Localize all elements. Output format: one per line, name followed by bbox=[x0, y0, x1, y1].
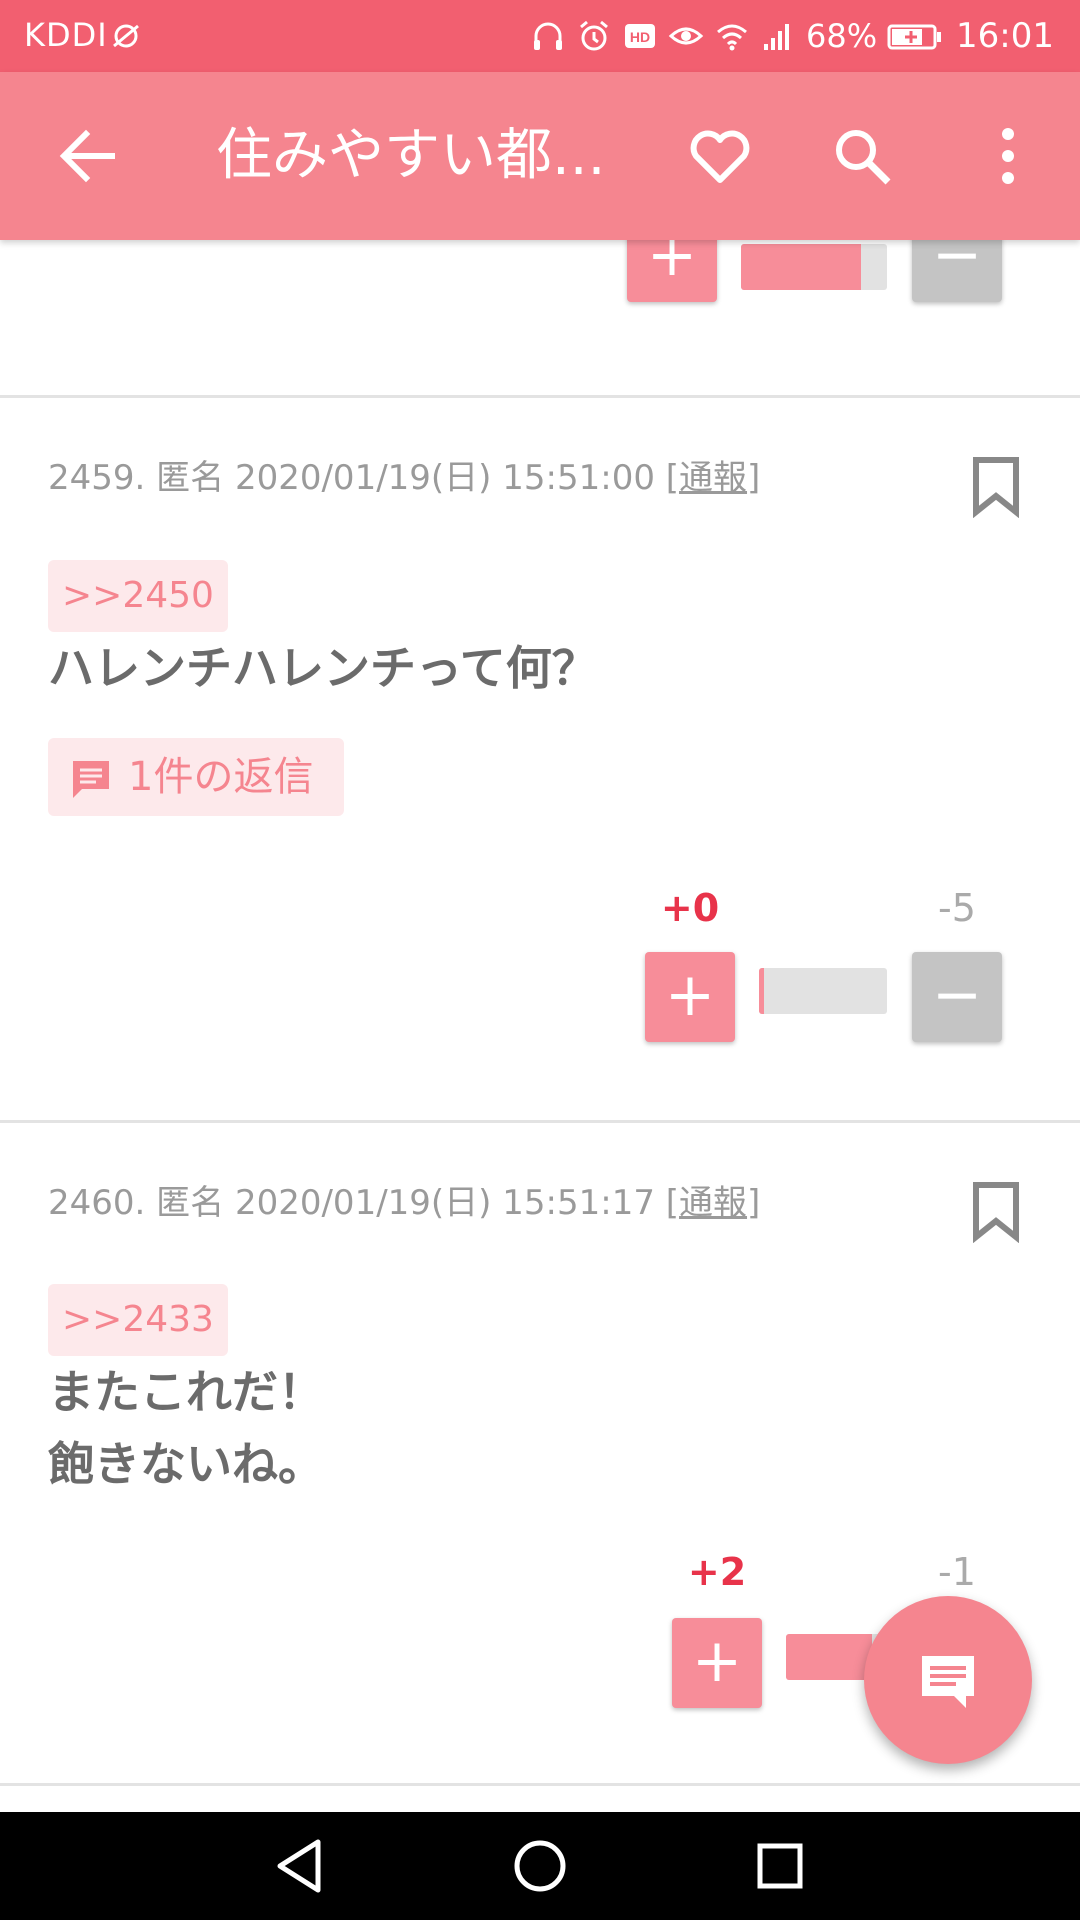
minus-count: -1 bbox=[938, 1550, 976, 1594]
reply-anchor-link[interactable]: >>2450 bbox=[48, 560, 228, 632]
page-title: 住みやすい都... bbox=[216, 123, 606, 188]
circle-home-icon bbox=[514, 1840, 566, 1892]
hd-icon: HD bbox=[625, 24, 655, 48]
plus-count: +0 bbox=[660, 886, 720, 930]
post-meta: 2460. 匿名 2020/01/19(日) 15:51:17 [通報] bbox=[48, 1183, 761, 1223]
minus-vote-button[interactable]: − bbox=[912, 240, 1002, 302]
compose-comment-button[interactable] bbox=[864, 1596, 1032, 1764]
alarm-icon bbox=[580, 20, 608, 51]
report-link[interactable]: 通報 bbox=[679, 458, 747, 498]
post-divider bbox=[0, 1783, 1080, 1786]
battery-percent: 68% bbox=[806, 17, 878, 55]
nav-back-button[interactable] bbox=[268, 1834, 332, 1898]
arrow-left-icon bbox=[59, 129, 115, 183]
post-body: ハレンチハレンチって何？ bbox=[48, 641, 598, 695]
wifi-icon bbox=[717, 24, 747, 51]
minus-count: -5 bbox=[938, 886, 976, 930]
more-options-button[interactable] bbox=[972, 120, 1044, 192]
replies-button[interactable]: 1件の返信 bbox=[48, 738, 344, 816]
triangle-back-icon bbox=[277, 1839, 321, 1893]
search-button[interactable] bbox=[826, 120, 898, 192]
clock: 16:01 bbox=[956, 16, 1054, 56]
search-icon bbox=[836, 130, 891, 185]
headphones-icon bbox=[534, 22, 562, 50]
comment-icon bbox=[73, 761, 109, 798]
plus-vote-button[interactable]: + bbox=[645, 952, 735, 1042]
carrier-logo-icon bbox=[113, 24, 139, 48]
bookmark-icon[interactable] bbox=[968, 456, 1024, 518]
square-recents-icon bbox=[757, 1843, 803, 1889]
heart-icon bbox=[690, 130, 750, 183]
signal-icon bbox=[764, 24, 789, 50]
reply-anchor-link[interactable]: >>2433 bbox=[48, 1284, 228, 1356]
back-button[interactable] bbox=[52, 120, 124, 192]
plus-vote-button[interactable]: + bbox=[672, 1618, 762, 1708]
plus-count: +2 bbox=[687, 1550, 747, 1594]
message-icon bbox=[922, 1656, 974, 1708]
post-body: またこれだ！ 飽きないね。 bbox=[48, 1365, 324, 1491]
battery-icon bbox=[887, 24, 942, 50]
system-nav-bar bbox=[0, 1812, 1080, 1920]
replies-label: 1件の返信 bbox=[128, 754, 314, 800]
vote-ratio-bar bbox=[759, 968, 887, 1014]
post-divider bbox=[0, 1120, 1080, 1123]
minus-vote-button[interactable]: − bbox=[912, 952, 1002, 1042]
svg-text:HD: HD bbox=[630, 29, 650, 45]
vote-ratio-fill bbox=[759, 968, 765, 1014]
vote-ratio-fill bbox=[786, 1634, 872, 1680]
favorite-button[interactable] bbox=[684, 120, 756, 192]
bookmark-icon[interactable] bbox=[968, 1181, 1024, 1243]
post-divider bbox=[0, 395, 1080, 398]
report-link[interactable]: 通報 bbox=[679, 1183, 747, 1223]
status-bar: KDDI HD 68% 16:01 bbox=[0, 0, 1080, 72]
post-meta: 2459. 匿名 2020/01/19(日) 15:51:00 [通報] bbox=[48, 458, 761, 498]
nav-home-button[interactable] bbox=[508, 1834, 572, 1898]
thread-content[interactable]: + − 2459. 匿名 2020/01/19(日) 15:51:00 [通報]… bbox=[0, 240, 1080, 1812]
vote-ratio-fill bbox=[741, 244, 861, 290]
eye-icon bbox=[668, 27, 704, 45]
nav-recents-button[interactable] bbox=[748, 1834, 812, 1898]
more-vertical-icon bbox=[1002, 128, 1014, 184]
carrier-label: KDDI bbox=[24, 16, 108, 54]
plus-vote-button[interactable]: + bbox=[627, 240, 717, 302]
app-toolbar: 住みやすい都... bbox=[0, 72, 1080, 240]
vote-ratio-bar bbox=[741, 244, 887, 290]
